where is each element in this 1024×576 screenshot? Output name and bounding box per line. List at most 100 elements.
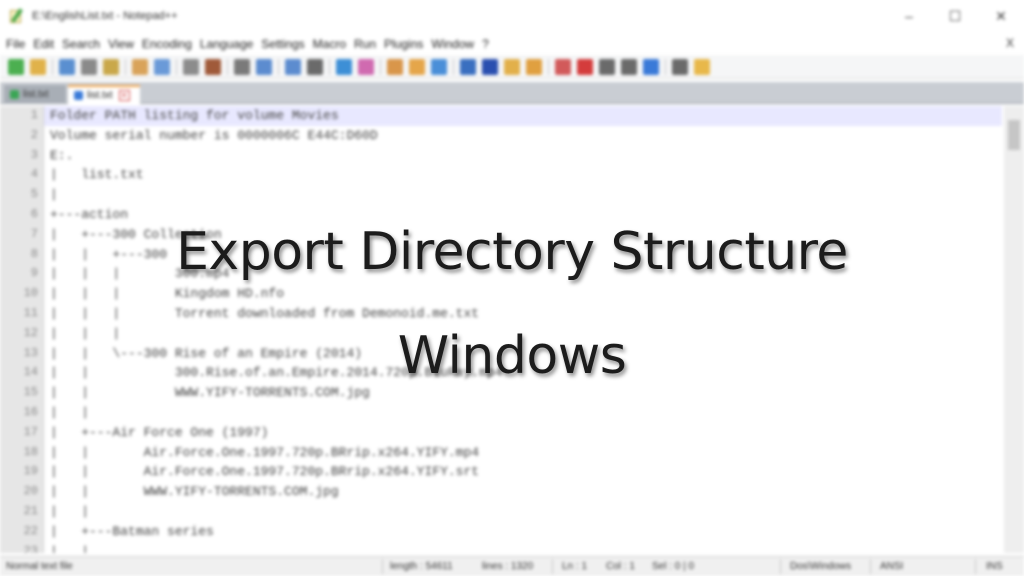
menu-plugins[interactable]: Plugins bbox=[384, 37, 423, 51]
toolbar-button-icon[interactable] bbox=[694, 58, 710, 75]
toolbar-button-icon[interactable] bbox=[59, 58, 75, 75]
minimize-button[interactable]: – bbox=[886, 0, 932, 32]
line-number: 8 bbox=[30, 246, 38, 261]
line-number: 12 bbox=[23, 325, 38, 340]
code-line[interactable]: 9 | | | 300.mp4 bbox=[31, 264, 1002, 284]
toolbar-button-icon[interactable] bbox=[431, 58, 447, 75]
toolbar-button-icon[interactable] bbox=[599, 58, 615, 75]
toolbar-button-icon[interactable] bbox=[183, 58, 199, 75]
toolbar-button-icon[interactable] bbox=[409, 58, 425, 75]
vertical-scrollbar[interactable] bbox=[1004, 106, 1024, 553]
toolbar-separator bbox=[227, 58, 228, 75]
toolbar-button-icon[interactable] bbox=[643, 58, 659, 75]
menu-settings[interactable]: Settings bbox=[261, 37, 304, 51]
toolbar-button-icon[interactable] bbox=[358, 58, 374, 75]
toolbar-button-icon[interactable] bbox=[103, 58, 119, 75]
code-line[interactable]: 4 | list.txt bbox=[31, 165, 1002, 185]
code-line[interactable]: 15 | | WWW.YIFY-TORRENTS.COM.jpg bbox=[24, 383, 1002, 403]
line-text: | | 300.Rise.of.an.Empire.2014.720p.BluR… bbox=[50, 365, 503, 381]
window-controls: – ☐ ✕ bbox=[886, 0, 1024, 32]
code-line[interactable]: 8 | | +---300 bbox=[31, 245, 1002, 265]
line-number: 10 bbox=[23, 286, 38, 301]
line-number: 9 bbox=[30, 266, 38, 281]
close-document-icon[interactable]: X bbox=[1006, 36, 1014, 50]
toolbar-separator bbox=[125, 58, 126, 75]
code-line[interactable]: 5 | bbox=[31, 185, 1002, 205]
toolbar-button-icon[interactable] bbox=[555, 58, 571, 75]
close-button[interactable]: ✕ bbox=[978, 0, 1024, 32]
code-line[interactable]: 7 | +---300 Collection bbox=[31, 225, 1002, 245]
code-line[interactable]: 6 +---action bbox=[31, 205, 1002, 225]
toolbar-button-icon[interactable] bbox=[234, 58, 250, 75]
menu-bar: File Edit Search View Encoding Language … bbox=[0, 34, 1024, 54]
menu-window[interactable]: Window bbox=[431, 37, 474, 51]
line-text: | | | Torrent downloaded from Demonoid.m… bbox=[50, 305, 480, 321]
line-number: 15 bbox=[23, 385, 38, 400]
code-line[interactable]: 12 | | | bbox=[24, 324, 1002, 344]
tab-document-2[interactable]: list.txt ✕ bbox=[68, 85, 140, 104]
status-eol-format: Dos\Windows bbox=[790, 561, 852, 572]
status-lines: lines : 1320 bbox=[482, 561, 534, 572]
toolbar-button-icon[interactable] bbox=[336, 58, 352, 75]
tab-close-icon[interactable]: ✕ bbox=[118, 90, 130, 101]
code-line[interactable]: 1 Folder PATH listing for volume Movies bbox=[31, 106, 1002, 126]
code-line[interactable]: 20 | | WWW.YIFY-TORRENTS.COM.jpg bbox=[24, 482, 1002, 502]
toolbar-button-icon[interactable] bbox=[285, 58, 301, 75]
line-text: | | \---300 Rise of an Empire (2014) bbox=[50, 345, 363, 361]
code-line[interactable]: 13 | | \---300 Rise of an Empire (2014) bbox=[24, 344, 1002, 364]
toolbar-separator bbox=[453, 58, 454, 75]
toolbar-button-icon[interactable] bbox=[307, 58, 323, 75]
toolbar-button-icon[interactable] bbox=[460, 58, 476, 75]
code-line[interactable]: 18 | | Air.Force.One.1997.720p.BRrip.x264… bbox=[24, 443, 1002, 463]
toolbar-button-icon[interactable] bbox=[387, 58, 403, 75]
toolbar-button-icon[interactable] bbox=[621, 58, 637, 75]
menu-view[interactable]: View bbox=[108, 37, 134, 51]
menu-help[interactable]: ? bbox=[482, 37, 489, 51]
status-length: length : 54611 bbox=[390, 561, 453, 572]
toolbar-button-icon[interactable] bbox=[81, 58, 97, 75]
line-number: 18 bbox=[23, 444, 38, 459]
code-line[interactable]: 10 | | | Kingdom HD.nfo bbox=[24, 284, 1002, 304]
code-line[interactable]: 2 Volume serial number is 0000006C E44C:D… bbox=[31, 126, 1002, 146]
menu-run[interactable]: Run bbox=[354, 37, 376, 51]
code-line[interactable]: 21 | | bbox=[24, 502, 1002, 522]
toolbar-button-icon[interactable] bbox=[256, 58, 272, 75]
toolbar-button-icon[interactable] bbox=[526, 58, 542, 75]
line-number: 21 bbox=[23, 503, 38, 518]
toolbar-button-icon[interactable] bbox=[205, 58, 221, 75]
toolbar-button-icon[interactable] bbox=[672, 58, 688, 75]
menu-language[interactable]: Language bbox=[200, 37, 253, 51]
tab-document-1[interactable]: list.txt bbox=[4, 85, 66, 104]
menu-macro[interactable]: Macro bbox=[313, 37, 346, 51]
status-divider bbox=[780, 559, 781, 574]
menu-file[interactable]: File bbox=[6, 37, 25, 51]
text-area[interactable]: 1 Folder PATH listing for volume Movies 2 V… bbox=[24, 106, 1002, 553]
scroll-thumb[interactable] bbox=[1008, 120, 1020, 150]
toolbar-button-icon[interactable] bbox=[577, 58, 593, 75]
code-line[interactable]: 11 | | | Torrent downloaded from Demonoid… bbox=[24, 304, 1002, 324]
code-line[interactable]: 16 | | bbox=[24, 403, 1002, 423]
menu-encoding[interactable]: Encoding bbox=[142, 37, 192, 51]
line-text: | +---300 Collection bbox=[50, 226, 222, 242]
code-line[interactable]: 17 | +---Air Force One (1997) bbox=[24, 423, 1002, 443]
code-line[interactable]: 14 | | 300.Rise.of.an.Empire.2014.720p.Bl… bbox=[24, 363, 1002, 383]
toolbar-button-icon[interactable] bbox=[30, 58, 46, 75]
line-number: 19 bbox=[23, 464, 38, 479]
status-insert-mode: INS bbox=[986, 561, 1003, 572]
editor-pane[interactable]: 1 Folder PATH listing for volume Movies 2 V… bbox=[0, 106, 1024, 553]
toolbar-button-icon[interactable] bbox=[132, 58, 148, 75]
file-icon bbox=[74, 91, 83, 100]
toolbar-button-icon[interactable] bbox=[154, 58, 170, 75]
maximize-button[interactable]: ☐ bbox=[932, 0, 978, 32]
code-line[interactable]: 22 | +---Batman series bbox=[24, 522, 1002, 542]
line-text: | | bbox=[50, 404, 90, 420]
line-text: Volume serial number is 0000006C E44C:D6… bbox=[50, 127, 378, 143]
toolbar-button-icon[interactable] bbox=[8, 58, 24, 75]
code-line[interactable]: 23 | | bbox=[24, 542, 1002, 553]
menu-search[interactable]: Search bbox=[62, 37, 100, 51]
toolbar-button-icon[interactable] bbox=[482, 58, 498, 75]
code-line[interactable]: 19 | | Air.Force.One.1997.720p.BRrip.x264… bbox=[24, 462, 1002, 482]
code-line[interactable]: 3 E:. bbox=[31, 146, 1002, 166]
menu-edit[interactable]: Edit bbox=[33, 37, 54, 51]
toolbar-button-icon[interactable] bbox=[504, 58, 520, 75]
